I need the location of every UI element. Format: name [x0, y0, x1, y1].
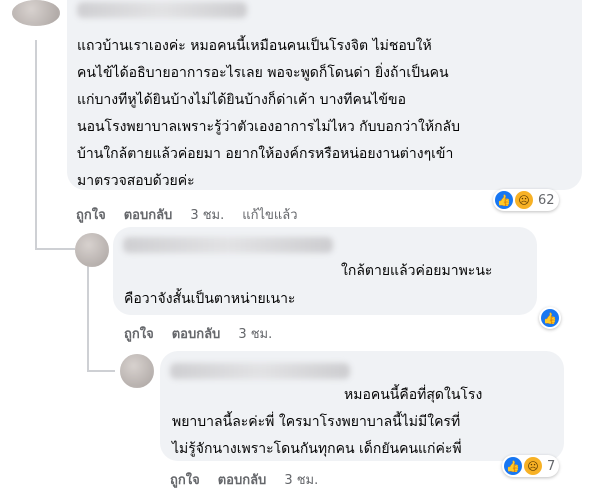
comment-text: พยาบาลนี้ละค่ะพี่ ใครมาโรงพยาบาลนี้ไม่มี…	[172, 414, 462, 457]
reply-button[interactable]: ตอบกลับ	[172, 323, 221, 344]
thread-line	[35, 248, 75, 250]
like-icon: 👍	[541, 309, 559, 327]
reaction-summary[interactable]: 👍 ☹ 7	[502, 455, 560, 477]
thread-line	[87, 370, 115, 372]
like-icon: 👍	[504, 457, 522, 475]
timestamp[interactable]: 3 ชม.	[190, 204, 224, 225]
thread-line	[35, 40, 37, 250]
timestamp[interactable]: 3 ชม.	[238, 323, 272, 344]
like-button[interactable]: ถูกใจ	[170, 469, 200, 490]
comment-text: หมอคนนี้คือที่สุดในโรง	[344, 387, 483, 403]
comment-bubble: ใกล้ตายแล้วค่อยมาพะนะ คือวาจังสั้นเป็นตา…	[113, 227, 537, 315]
reaction-summary[interactable]: 👍	[539, 307, 561, 329]
edited-label[interactable]: แก้ไขแล้ว	[242, 204, 297, 225]
avatar[interactable]	[12, 0, 60, 26]
like-button[interactable]: ถูกใจ	[124, 323, 154, 344]
avatar[interactable]	[120, 354, 154, 388]
sad-icon: ☹	[515, 191, 533, 209]
reply-button[interactable]: ตอบกลับ	[124, 204, 173, 225]
timestamp[interactable]: 3 ชม.	[284, 469, 318, 490]
avatar[interactable]	[75, 233, 109, 267]
comment-bubble: หมอคนนี้คือที่สุดในโรง พยาบาลนี้ละค่ะพี่…	[160, 351, 564, 461]
author-name[interactable]	[170, 363, 350, 379]
reaction-count: 62	[538, 192, 555, 208]
reaction-summary[interactable]: 👍 ☹ 62	[493, 189, 559, 211]
comment-text: ใกล้ตายแล้วค่อยมาพะนะ	[341, 263, 493, 279]
thread-line	[87, 262, 89, 372]
sad-icon: ☹	[524, 457, 542, 475]
comment-text: คือวาจังสั้นเป็นตาหน่ายเนาะ	[124, 291, 296, 307]
like-button[interactable]: ถูกใจ	[76, 204, 106, 225]
comment-actions: ถูกใจ ตอบกลับ 3 ชม.	[170, 469, 318, 490]
comment-text: แถวบ้านเราเองค่ะ หมอคนนี้เหมือนคนเป็นโรง…	[77, 38, 461, 189]
comment-actions: ถูกใจ ตอบกลับ 3 ชม.	[124, 323, 272, 344]
author-name[interactable]	[77, 2, 247, 18]
comment-bubble: แถวบ้านเราเองค่ะ หมอคนนี้เหมือนคนเป็นโรง…	[67, 0, 582, 190]
comment-actions: ถูกใจ ตอบกลับ 3 ชม. แก้ไขแล้ว	[76, 204, 298, 225]
like-icon: 👍	[495, 191, 513, 209]
reply-button[interactable]: ตอบกลับ	[218, 469, 267, 490]
author-name[interactable]	[123, 237, 333, 253]
reaction-count: 7	[547, 458, 556, 474]
